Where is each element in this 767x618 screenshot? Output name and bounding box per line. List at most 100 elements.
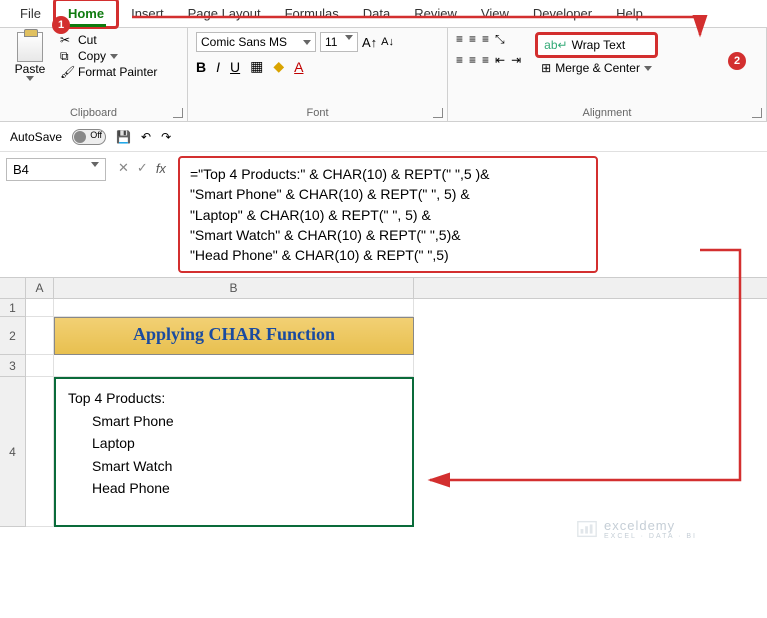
increase-font-icon[interactable]: A↑ xyxy=(362,35,377,50)
format-painter-button[interactable]: 🖌Format Painter xyxy=(60,64,157,80)
wrap-text-icon: ab↵ xyxy=(544,38,567,52)
name-box[interactable]: B4 xyxy=(6,158,106,181)
decrease-font-icon[interactable]: A↓ xyxy=(381,36,394,48)
cut-button[interactable]: ✂Cut xyxy=(60,32,157,48)
save-icon[interactable]: 💾 xyxy=(116,130,131,144)
select-all-corner[interactable] xyxy=(0,278,26,298)
formula-line: "Smart Watch" & CHAR(10) & REPT(" ",5)& xyxy=(190,225,586,245)
tab-data[interactable]: Data xyxy=(351,1,402,26)
undo-icon[interactable]: ↶ xyxy=(141,130,151,144)
quick-access-bar: AutoSave Off 💾 ↶ ↷ xyxy=(0,122,767,152)
brush-icon: 🖌 xyxy=(60,65,74,79)
cell-a4[interactable] xyxy=(26,377,54,527)
chevron-down-icon[interactable] xyxy=(26,76,34,81)
col-header-a[interactable]: A xyxy=(26,278,54,298)
row-header-2[interactable]: 2 xyxy=(0,317,26,355)
tab-insert[interactable]: Insert xyxy=(119,1,176,26)
increase-indent-icon[interactable]: ⇥ xyxy=(511,53,521,67)
decrease-indent-icon[interactable]: ⇤ xyxy=(495,53,505,67)
chevron-down-icon[interactable] xyxy=(110,54,118,59)
tab-page-layout[interactable]: Page Layout xyxy=(176,1,273,26)
align-center-icon[interactable]: ≡ xyxy=(469,53,476,67)
align-right-icon[interactable]: ≡ xyxy=(482,53,489,67)
align-left-icon[interactable]: ≡ xyxy=(456,53,463,67)
group-alignment: ≡ ≡ ≡ ⤡ ≡ ≡ ≡ ⇤ ⇥ ab↵ Wrap Text xyxy=(448,28,767,121)
cell-a1[interactable] xyxy=(26,299,54,317)
result-item: Smart Phone xyxy=(68,410,400,432)
cancel-formula-icon[interactable]: ✕ xyxy=(118,160,129,176)
border-button[interactable]: ▦ xyxy=(250,58,263,75)
font-size-select[interactable]: 11 xyxy=(320,32,358,52)
font-name-select[interactable]: Comic Sans MS xyxy=(196,32,316,52)
formula-bar[interactable]: ="Top 4 Products:" & CHAR(10) & REPT(" "… xyxy=(178,156,598,273)
copy-button[interactable]: ⧉Copy xyxy=(60,48,157,64)
autosave-label: AutoSave xyxy=(10,130,62,144)
dialog-launcher-icon[interactable] xyxy=(173,108,183,118)
formula-line: "Smart Phone" & CHAR(10) & REPT(" ", 5) … xyxy=(190,184,586,204)
callout-badge-1: 1 xyxy=(52,16,70,34)
result-item: Head Phone xyxy=(68,477,400,499)
group-label-font: Font xyxy=(196,105,439,119)
italic-button[interactable]: I xyxy=(216,59,220,75)
align-top-icon[interactable]: ≡ xyxy=(456,32,463,47)
watermark-icon xyxy=(576,518,598,540)
align-bottom-icon[interactable]: ≡ xyxy=(482,32,489,47)
dialog-launcher-icon[interactable] xyxy=(433,108,443,118)
paste-label: Paste xyxy=(15,62,46,76)
enter-formula-icon[interactable]: ✓ xyxy=(137,160,148,176)
column-headers: A B xyxy=(0,278,767,299)
font-color-button[interactable]: A xyxy=(294,59,303,75)
cell-b3[interactable] xyxy=(54,355,414,377)
watermark-brand: exceldemy xyxy=(604,518,675,533)
col-header-b[interactable]: B xyxy=(54,278,414,298)
tab-help[interactable]: Help xyxy=(604,1,655,26)
merge-icon: ⊞ xyxy=(541,61,551,75)
group-label-alignment: Alignment xyxy=(456,105,758,119)
row-header-3[interactable]: 3 xyxy=(0,355,26,377)
watermark-tag: EXCEL · DATA · BI xyxy=(604,533,697,540)
formula-bar-row: B4 ✕ ✓ fx ="Top 4 Products:" & CHAR(10) … xyxy=(0,152,767,278)
sheet-area: A B 1 2 Applying CHAR Function 3 4 Top 4 … xyxy=(0,278,767,527)
formula-line: "Laptop" & CHAR(10) & REPT(" ", 5) & xyxy=(190,205,586,225)
result-item: Laptop xyxy=(68,432,400,454)
autosave-toggle[interactable]: Off xyxy=(72,129,106,145)
chevron-down-icon xyxy=(644,66,652,71)
cell-b2-title[interactable]: Applying CHAR Function xyxy=(54,317,414,355)
merge-center-button[interactable]: ⊞ Merge & Center xyxy=(535,58,658,78)
align-middle-icon[interactable]: ≡ xyxy=(469,32,476,47)
ribbon-tabs: File Home Insert Page Layout Formulas Da… xyxy=(0,0,767,28)
cell-a2[interactable] xyxy=(26,317,54,355)
group-clipboard: Paste ✂Cut ⧉Copy 🖌Format Painter Clipboa… xyxy=(0,28,188,121)
redo-icon[interactable]: ↷ xyxy=(161,130,171,144)
fx-icon[interactable]: fx xyxy=(156,161,166,176)
callout-badge-2: 2 xyxy=(728,52,746,70)
tab-view[interactable]: View xyxy=(469,1,521,26)
tab-formulas[interactable]: Formulas xyxy=(273,1,351,26)
copy-icon: ⧉ xyxy=(60,49,74,63)
scissors-icon: ✂ xyxy=(60,33,74,47)
underline-button[interactable]: U xyxy=(230,59,240,75)
group-label-clipboard: Clipboard xyxy=(8,105,179,119)
row-header-4[interactable]: 4 xyxy=(0,377,26,527)
paste-button[interactable]: Paste xyxy=(8,32,52,81)
formula-line: "Head Phone" & CHAR(10) & REPT(" ",5) xyxy=(190,245,586,265)
cell-b1[interactable] xyxy=(54,299,414,317)
cell-b4-result[interactable]: Top 4 Products: Smart Phone Laptop Smart… xyxy=(54,377,414,527)
watermark: exceldemy EXCEL · DATA · BI xyxy=(576,518,697,540)
result-item: Smart Watch xyxy=(68,455,400,477)
result-header: Top 4 Products: xyxy=(68,387,400,409)
formula-line: ="Top 4 Products:" & CHAR(10) & REPT(" "… xyxy=(190,164,586,184)
fill-color-button[interactable]: ◆ xyxy=(273,58,284,75)
wrap-text-button[interactable]: ab↵ Wrap Text xyxy=(535,32,658,58)
ribbon-body: Paste ✂Cut ⧉Copy 🖌Format Painter Clipboa… xyxy=(0,28,767,122)
dialog-launcher-icon[interactable] xyxy=(752,108,762,118)
bold-button[interactable]: B xyxy=(196,59,206,75)
chevron-down-icon xyxy=(345,35,353,40)
row-header-1[interactable]: 1 xyxy=(0,299,26,317)
tab-review[interactable]: Review xyxy=(402,1,469,26)
cell-a3[interactable] xyxy=(26,355,54,377)
tab-developer[interactable]: Developer xyxy=(521,1,604,26)
orientation-icon[interactable]: ⤡ xyxy=(495,32,505,47)
tab-file[interactable]: File xyxy=(8,1,53,26)
chevron-down-icon xyxy=(303,40,311,45)
